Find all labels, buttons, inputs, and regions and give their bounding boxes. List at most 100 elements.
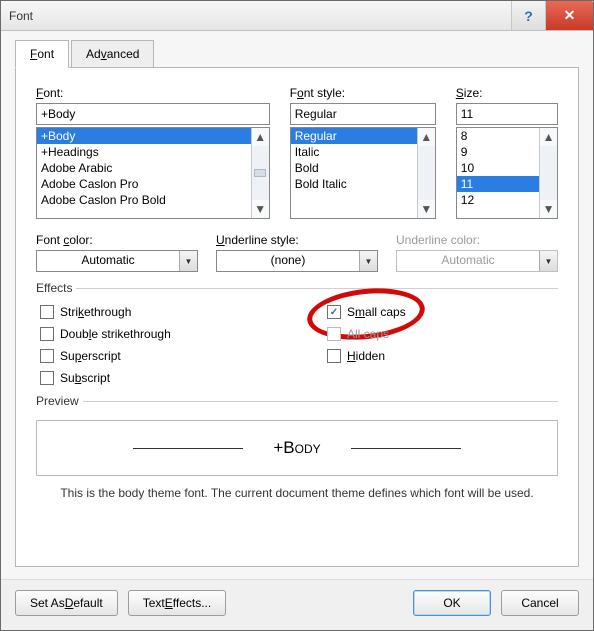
scroll-up-icon[interactable]: ▲ [540, 128, 557, 146]
preview-sample: +Body [273, 438, 320, 458]
scroll-down-icon[interactable]: ▼ [252, 200, 269, 218]
preview-rule-icon [351, 448, 461, 449]
font-input[interactable] [36, 103, 270, 125]
chevron-down-icon[interactable]: ▼ [359, 251, 377, 271]
list-item[interactable]: +Headings [37, 144, 251, 160]
titlebar: Font ? ✕ [1, 1, 593, 31]
checkbox-label: Subscript [60, 371, 110, 385]
scroll-down-icon[interactable]: ▼ [540, 200, 557, 218]
list-item[interactable]: Bold Italic [291, 176, 417, 192]
list-item[interactable]: 12 [457, 192, 539, 208]
underline-color-value: Automatic [397, 251, 539, 271]
font-label: Font: [36, 86, 270, 100]
checkbox-label: All caps [347, 327, 389, 341]
underline-color-combo: Automatic ▼ [396, 250, 558, 272]
preview-box: +Body [36, 420, 558, 476]
style-label: Font style: [290, 86, 436, 100]
font-dialog: Font ? ✕ Font Advanced Font: +Body +Head… [0, 0, 594, 631]
checkbox-superscript[interactable]: Superscript [40, 349, 267, 363]
style-column: Font style: Regular Italic Bold Bold Ita… [290, 86, 436, 219]
size-listbox[interactable]: 8 9 10 11 12 ▲ ▼ [456, 127, 558, 219]
list-item[interactable]: 9 [457, 144, 539, 160]
scroll-up-icon[interactable]: ▲ [418, 128, 435, 146]
underline-color-group: Underline color: Automatic ▼ [396, 233, 558, 272]
set-as-default-button[interactable]: Set As Default [15, 590, 118, 616]
ok-button[interactable]: OK [413, 590, 491, 616]
checkbox-icon [40, 371, 54, 385]
size-input[interactable] [456, 103, 558, 125]
checkbox-icon [327, 327, 341, 341]
checkbox-icon [327, 305, 341, 319]
chevron-down-icon[interactable]: ▼ [179, 251, 197, 271]
text-effects-button[interactable]: Text Effects... [128, 590, 227, 616]
list-item[interactable]: Bold [291, 160, 417, 176]
checkbox-label: Superscript [60, 349, 121, 363]
scroll-grip-icon[interactable] [254, 169, 266, 177]
scrollbar[interactable]: ▲ ▼ [251, 128, 269, 218]
dialog-title: Font [9, 9, 511, 23]
size-label: Size: [456, 86, 558, 100]
style-listbox[interactable]: Regular Italic Bold Bold Italic ▲ ▼ [290, 127, 436, 219]
list-item[interactable]: Adobe Caslon Pro [37, 176, 251, 192]
style-input[interactable] [290, 103, 436, 125]
tab-advanced[interactable]: Advanced [71, 40, 154, 68]
underline-color-label: Underline color: [396, 233, 558, 247]
checkbox-icon [40, 305, 54, 319]
effects-grid: Strikethrough Small caps Double striketh… [36, 305, 558, 385]
spacer [236, 590, 403, 616]
dialog-body: Font Advanced Font: +Body +Headings Adob… [1, 31, 593, 579]
tab-strip: Font Advanced [15, 39, 579, 67]
window-buttons: ? ✕ [511, 1, 593, 30]
checkbox-label: Double strikethrough [60, 327, 171, 341]
font-color-combo[interactable]: Automatic ▼ [36, 250, 198, 272]
list-item[interactable]: 8 [457, 128, 539, 144]
preview-note: This is the body theme font. The current… [36, 486, 558, 500]
font-color-group: Font color: Automatic ▼ [36, 233, 198, 272]
font-color-label: Font color: [36, 233, 198, 247]
checkbox-label: Strikethrough [60, 305, 131, 319]
checkbox-subscript[interactable]: Subscript [40, 371, 267, 385]
dialog-footer: Set As Default Text Effects... OK Cancel [1, 579, 593, 630]
style-list-items: Regular Italic Bold Bold Italic [291, 128, 417, 218]
effects-legend: Effects [36, 281, 76, 295]
scrollbar[interactable]: ▲ ▼ [417, 128, 435, 218]
size-list-items: 8 9 10 11 12 [457, 128, 539, 218]
list-item[interactable]: 10 [457, 160, 539, 176]
font-color-value: Automatic [37, 251, 179, 271]
font-listbox[interactable]: +Body +Headings Adobe Arabic Adobe Caslo… [36, 127, 270, 219]
close-button[interactable]: ✕ [545, 1, 593, 30]
list-item[interactable]: +Body [37, 128, 251, 144]
checkbox-strikethrough[interactable]: Strikethrough [40, 305, 267, 319]
size-column: Size: 8 9 10 11 12 ▲ ▼ [456, 86, 558, 219]
checkbox-label: Hidden [347, 349, 385, 363]
effects-fieldset: Effects Strikethrough Small caps Double … [36, 288, 558, 385]
checkbox-double-strikethrough[interactable]: Double strikethrough [40, 327, 267, 341]
underline-style-group: Underline style: (none) ▼ [216, 233, 378, 272]
preview-rule-icon [133, 448, 243, 449]
checkbox-all-caps: All caps [327, 327, 554, 341]
scrollbar[interactable]: ▲ ▼ [539, 128, 557, 218]
checkbox-small-caps[interactable]: Small caps [327, 305, 554, 319]
list-item[interactable]: Italic [291, 144, 417, 160]
cancel-button[interactable]: Cancel [501, 590, 579, 616]
preview-fieldset: Preview +Body This is the body theme fon… [36, 401, 558, 500]
help-button[interactable]: ? [511, 1, 545, 30]
underline-style-combo[interactable]: (none) ▼ [216, 250, 378, 272]
tab-panel-font: Font: +Body +Headings Adobe Arabic Adobe… [15, 67, 579, 567]
list-item[interactable]: Adobe Arabic [37, 160, 251, 176]
preview-legend: Preview [36, 394, 83, 408]
checkbox-hidden[interactable]: Hidden [327, 349, 554, 363]
checkbox-icon [327, 349, 341, 363]
font-column: Font: +Body +Headings Adobe Arabic Adobe… [36, 86, 270, 219]
list-item[interactable]: Regular [291, 128, 417, 144]
underline-style-label: Underline style: [216, 233, 378, 247]
underline-style-value: (none) [217, 251, 359, 271]
tab-font[interactable]: Font [15, 40, 69, 68]
list-item[interactable]: Adobe Caslon Pro Bold [37, 192, 251, 208]
list-item[interactable]: 11 [457, 176, 539, 192]
checkbox-icon [40, 349, 54, 363]
font-list-items: +Body +Headings Adobe Arabic Adobe Caslo… [37, 128, 251, 218]
scroll-down-icon[interactable]: ▼ [418, 200, 435, 218]
scroll-up-icon[interactable]: ▲ [252, 128, 269, 146]
font-row: Font: +Body +Headings Adobe Arabic Adobe… [36, 86, 558, 219]
